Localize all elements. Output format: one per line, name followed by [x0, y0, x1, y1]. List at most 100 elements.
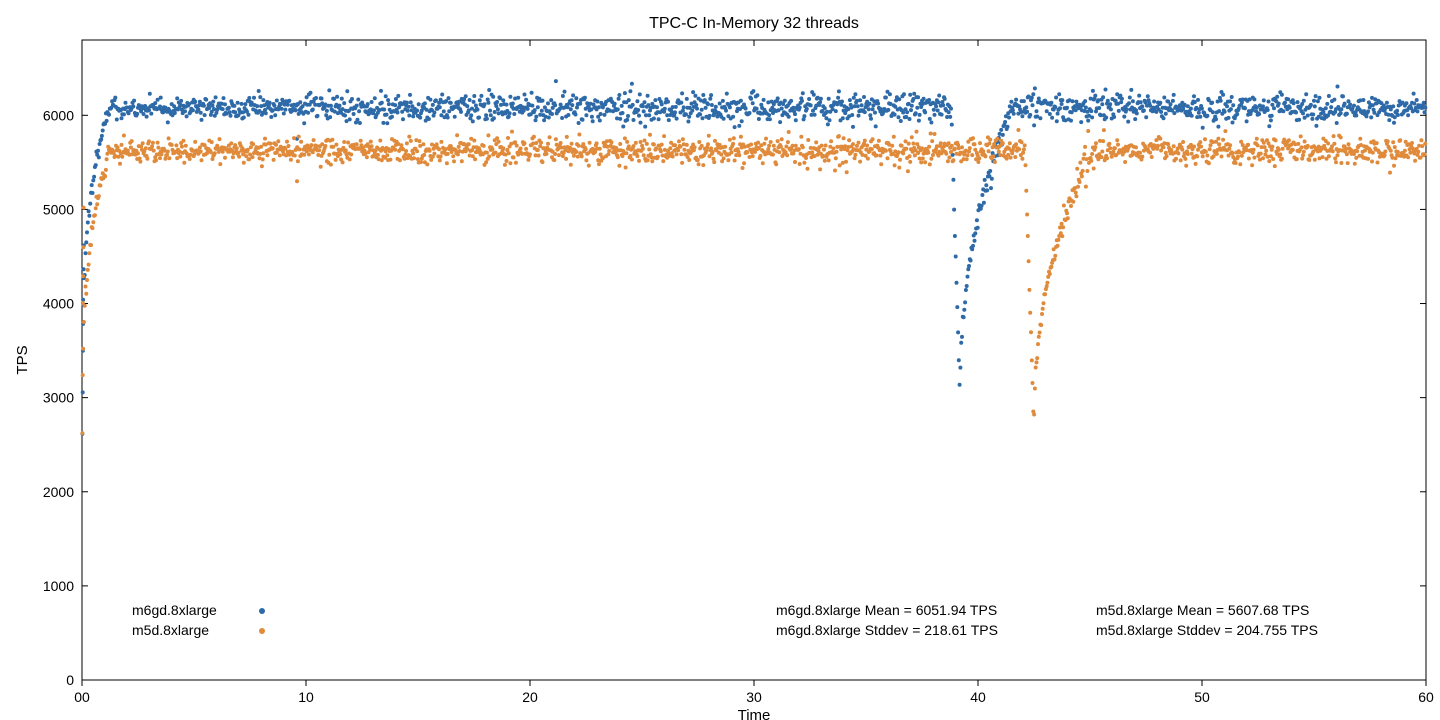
data-point	[1053, 258, 1057, 262]
data-point	[376, 153, 380, 157]
data-point	[156, 141, 160, 145]
data-point	[647, 113, 651, 117]
data-point	[148, 92, 152, 96]
data-point	[269, 115, 273, 119]
data-point	[247, 113, 251, 117]
data-point	[820, 144, 824, 148]
data-point	[937, 100, 941, 104]
data-point	[175, 96, 179, 100]
data-point	[1104, 116, 1108, 120]
data-point	[780, 107, 784, 111]
data-point	[676, 148, 680, 152]
data-point	[404, 149, 408, 153]
data-point	[1278, 152, 1282, 156]
data-point	[1184, 164, 1188, 168]
data-point	[1230, 95, 1234, 99]
data-point	[660, 102, 664, 106]
data-point	[323, 144, 327, 148]
data-point	[1287, 138, 1291, 142]
data-point	[1383, 150, 1387, 154]
data-point	[1049, 265, 1053, 269]
data-point	[680, 91, 684, 95]
data-point	[1133, 117, 1137, 121]
data-point	[1152, 100, 1156, 104]
data-point	[710, 103, 714, 107]
data-point	[624, 166, 628, 170]
data-point	[774, 162, 778, 166]
data-point	[943, 97, 947, 101]
data-point	[733, 125, 737, 129]
data-point	[987, 142, 991, 146]
data-point	[1026, 234, 1030, 238]
data-point	[505, 103, 509, 107]
data-point	[748, 111, 752, 115]
data-point	[127, 111, 131, 115]
data-point	[1270, 114, 1274, 118]
data-point	[385, 113, 389, 117]
data-point	[496, 107, 500, 111]
data-point	[1196, 98, 1200, 102]
data-point	[724, 109, 728, 113]
data-point	[620, 104, 624, 108]
data-point	[802, 161, 806, 165]
data-point	[1020, 157, 1024, 161]
data-point	[145, 157, 149, 161]
data-point	[814, 140, 818, 144]
data-point	[732, 136, 736, 140]
data-point	[657, 117, 661, 121]
data-point	[1054, 96, 1058, 100]
data-point	[1366, 109, 1370, 113]
data-point	[805, 107, 809, 111]
data-point	[865, 144, 869, 148]
data-point	[84, 251, 88, 255]
data-point	[407, 135, 411, 139]
data-point	[286, 103, 290, 107]
data-point	[853, 156, 857, 160]
data-point	[978, 141, 982, 145]
data-point	[613, 102, 617, 106]
data-point	[1346, 161, 1350, 165]
data-point	[486, 101, 490, 105]
data-point	[87, 251, 91, 255]
data-point	[560, 116, 564, 120]
data-point	[141, 141, 145, 145]
data-point	[570, 142, 574, 146]
data-point	[1192, 94, 1196, 98]
data-point	[1199, 145, 1203, 149]
data-point	[571, 93, 575, 97]
data-point	[87, 214, 91, 218]
data-point	[299, 140, 303, 144]
data-point	[530, 104, 534, 108]
data-point	[621, 111, 625, 115]
data-point	[870, 147, 874, 151]
data-point	[1422, 101, 1426, 105]
data-point	[1162, 96, 1166, 100]
data-point	[918, 113, 922, 117]
data-point	[932, 108, 936, 112]
data-point	[1156, 144, 1160, 148]
data-point	[334, 158, 338, 162]
data-point	[213, 151, 217, 155]
data-point	[802, 114, 806, 118]
data-point	[131, 104, 135, 108]
data-point	[617, 97, 621, 101]
annot-m5-std: m5d.8xlarge Stddev = 204.755 TPS	[1096, 622, 1318, 638]
data-point	[1194, 162, 1198, 166]
data-point	[554, 79, 558, 83]
data-point	[694, 103, 698, 107]
data-point	[675, 152, 679, 156]
data-point	[396, 111, 400, 115]
data-point	[1215, 152, 1219, 156]
data-point	[233, 110, 237, 114]
data-point	[491, 95, 495, 99]
data-point	[888, 92, 892, 96]
data-point	[866, 157, 870, 161]
data-point	[828, 118, 832, 122]
data-point	[1283, 101, 1287, 105]
data-point	[1029, 330, 1033, 334]
data-point	[677, 139, 681, 143]
data-point	[468, 98, 472, 102]
data-point	[1370, 160, 1374, 164]
data-point	[1079, 120, 1083, 124]
data-point	[338, 104, 342, 108]
